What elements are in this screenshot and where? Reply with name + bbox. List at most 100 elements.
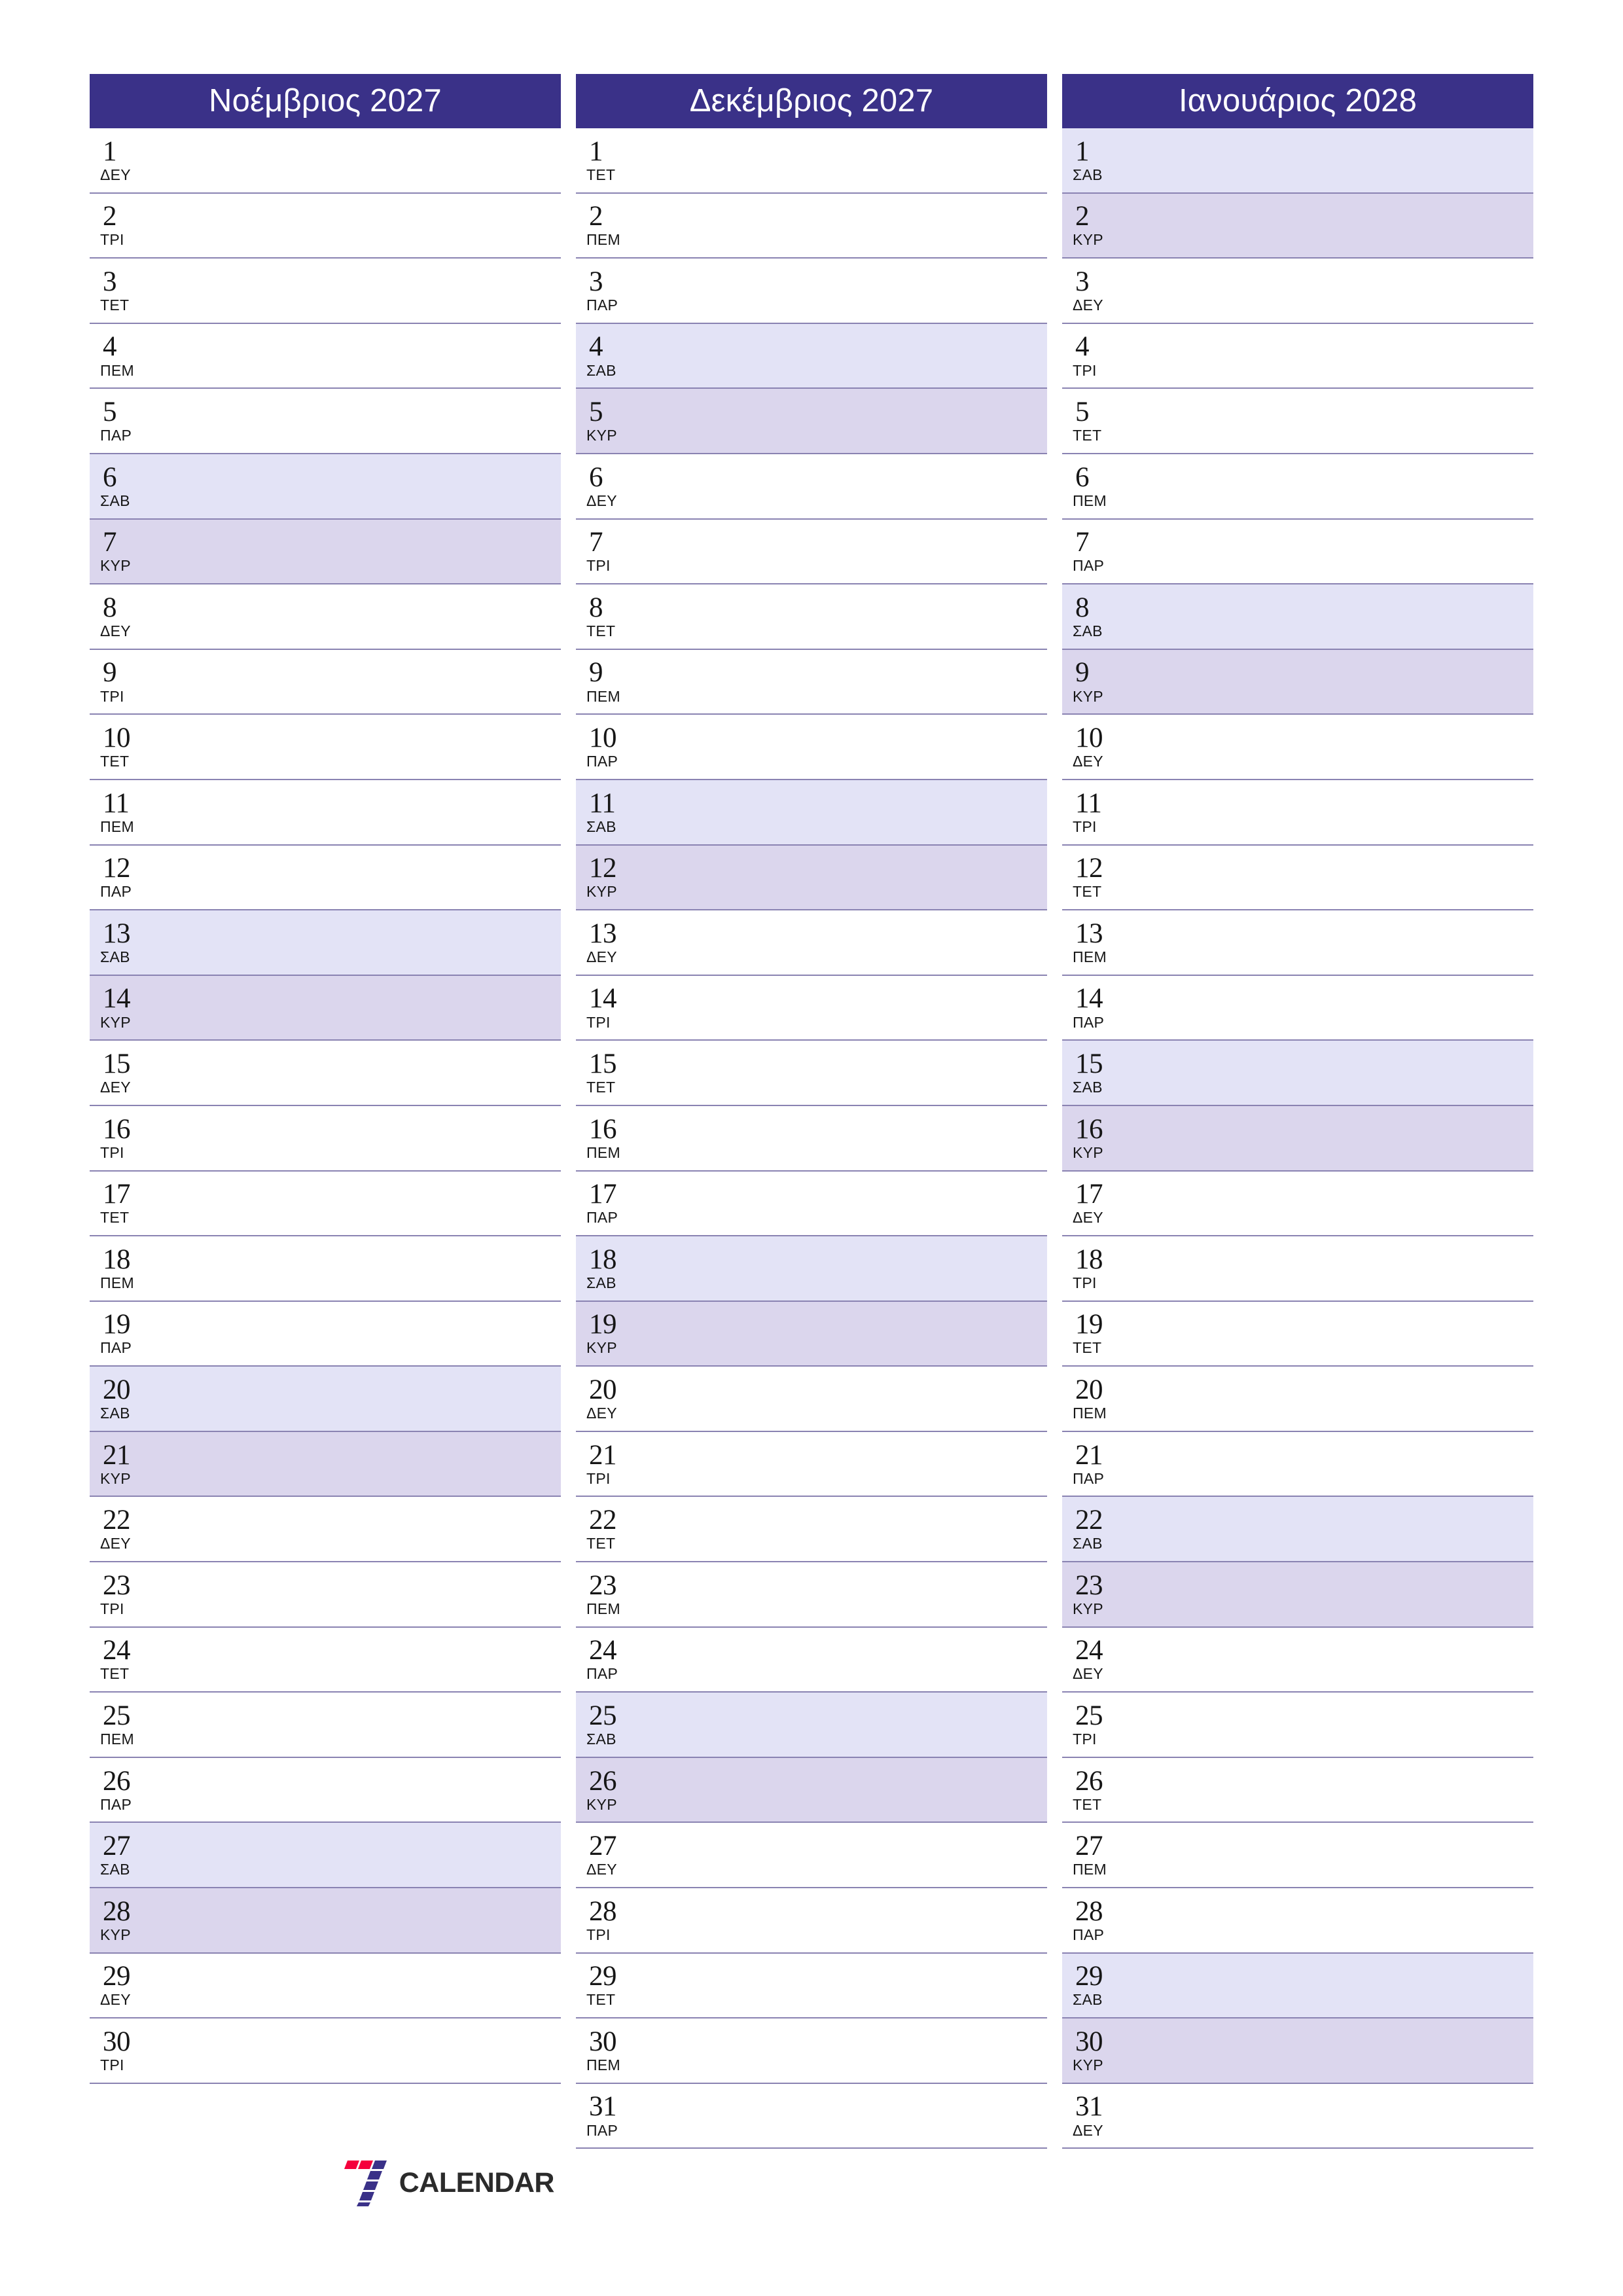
- day-row[interactable]: 27 ΔΕΥ: [576, 1823, 1047, 1889]
- day-row[interactable]: 17 ΤΕΤ: [90, 1171, 561, 1237]
- day-row[interactable]: 27 ΠΕΜ: [1062, 1823, 1533, 1889]
- day-row[interactable]: 20 ΣΑΒ: [90, 1367, 561, 1432]
- day-row[interactable]: 1 ΔΕΥ: [90, 128, 561, 194]
- day-row[interactable]: 25 ΣΑΒ: [576, 1693, 1047, 1758]
- day-row[interactable]: 4 ΠΕΜ: [90, 323, 561, 389]
- day-row[interactable]: 21 ΚΥΡ: [90, 1431, 561, 1498]
- day-row[interactable]: 16 ΠΕΜ: [576, 1105, 1047, 1172]
- day-row[interactable]: 14 ΚΥΡ: [90, 975, 561, 1041]
- day-row[interactable]: 7 ΚΥΡ: [90, 519, 561, 585]
- day-row[interactable]: 31 ΔΕΥ: [1062, 2083, 1533, 2149]
- day-row[interactable]: 24 ΠΑΡ: [576, 1627, 1047, 1693]
- day-row[interactable]: 30 ΚΥΡ: [1062, 2018, 1533, 2084]
- day-row[interactable]: 24 ΔΕΥ: [1062, 1627, 1533, 1693]
- day-row[interactable]: 2 ΠΕΜ: [576, 193, 1047, 259]
- day-weekday-abbr: ΤΡΙ: [100, 231, 124, 249]
- day-row[interactable]: 14 ΤΡΙ: [576, 975, 1047, 1041]
- day-row[interactable]: 28 ΚΥΡ: [90, 1888, 561, 1954]
- day-row[interactable]: 26 ΤΕΤ: [1062, 1757, 1533, 1823]
- day-row[interactable]: 15 ΤΕΤ: [576, 1041, 1047, 1106]
- day-row[interactable]: 7 ΠΑΡ: [1062, 519, 1533, 585]
- day-row[interactable]: 17 ΠΑΡ: [576, 1171, 1047, 1237]
- day-row[interactable]: 16 ΤΡΙ: [90, 1105, 561, 1172]
- day-row[interactable]: 3 ΠΑΡ: [576, 259, 1047, 324]
- day-row[interactable]: 10 ΤΕΤ: [90, 715, 561, 780]
- day-row[interactable]: 15 ΣΑΒ: [1062, 1041, 1533, 1106]
- day-row[interactable]: 10 ΔΕΥ: [1062, 715, 1533, 780]
- day-weekday-abbr: ΠΑΡ: [100, 427, 132, 444]
- day-row[interactable]: 1 ΤΕΤ: [576, 128, 1047, 194]
- day-row[interactable]: 11 ΣΑΒ: [576, 780, 1047, 846]
- day-row[interactable]: 6 ΔΕΥ: [576, 454, 1047, 520]
- day-row[interactable]: 22 ΔΕΥ: [90, 1497, 561, 1563]
- day-row[interactable]: 6 ΠΕΜ: [1062, 454, 1533, 520]
- day-row[interactable]: 5 ΤΕΤ: [1062, 389, 1533, 454]
- day-row[interactable]: 8 ΔΕΥ: [90, 584, 561, 650]
- day-row[interactable]: 29 ΔΕΥ: [90, 1953, 561, 2019]
- day-row[interactable]: 21 ΤΡΙ: [576, 1431, 1047, 1498]
- day-row[interactable]: 9 ΠΕΜ: [576, 649, 1047, 715]
- day-weekday-abbr: ΤΕΤ: [586, 622, 616, 639]
- day-number: 3: [103, 266, 117, 297]
- day-row[interactable]: 26 ΚΥΡ: [576, 1757, 1047, 1823]
- day-row[interactable]: 22 ΤΕΤ: [576, 1497, 1047, 1563]
- day-row[interactable]: 14 ΠΑΡ: [1062, 975, 1533, 1041]
- day-row[interactable]: 28 ΤΡΙ: [576, 1888, 1047, 1954]
- day-row[interactable]: 26 ΠΑΡ: [90, 1757, 561, 1823]
- day-row[interactable]: 11 ΠΕΜ: [90, 780, 561, 846]
- day-row[interactable]: 8 ΣΑΒ: [1062, 584, 1533, 650]
- day-row[interactable]: 30 ΤΡΙ: [90, 2018, 561, 2084]
- day-row[interactable]: 9 ΚΥΡ: [1062, 649, 1533, 715]
- day-row[interactable]: 24 ΤΕΤ: [90, 1627, 561, 1693]
- day-row[interactable]: 5 ΠΑΡ: [90, 389, 561, 454]
- day-weekday-abbr: ΠΑΡ: [586, 1665, 618, 1683]
- day-row[interactable]: 8 ΤΕΤ: [576, 584, 1047, 650]
- day-row[interactable]: 30 ΠΕΜ: [576, 2018, 1047, 2084]
- day-row[interactable]: 18 ΤΡΙ: [1062, 1236, 1533, 1302]
- day-row[interactable]: 5 ΚΥΡ: [576, 389, 1047, 454]
- day-row[interactable]: 22 ΣΑΒ: [1062, 1497, 1533, 1563]
- day-row[interactable]: 27 ΣΑΒ: [90, 1823, 561, 1889]
- day-row[interactable]: 13 ΠΕΜ: [1062, 910, 1533, 976]
- day-list-december: 1 ΤΕΤ 2 ΠΕΜ 3 ΠΑΡ 4 ΣΑΒ 5 ΚΥΡ 6 ΔΕΥ 7 ΤΡΙ 8 ΤΕΤ 9 ΠΕΜ 10 ΠΑ…: [576, 128, 1047, 2149]
- day-row[interactable]: 29 ΣΑΒ: [1062, 1953, 1533, 2019]
- day-row[interactable]: 29 ΤΕΤ: [576, 1953, 1047, 2019]
- day-row[interactable]: 18 ΠΕΜ: [90, 1236, 561, 1302]
- day-row[interactable]: 20 ΠΕΜ: [1062, 1367, 1533, 1432]
- day-row[interactable]: 20 ΔΕΥ: [576, 1367, 1047, 1432]
- day-row[interactable]: 12 ΠΑΡ: [90, 845, 561, 911]
- day-row[interactable]: 19 ΤΕΤ: [1062, 1301, 1533, 1367]
- day-row[interactable]: 25 ΤΡΙ: [1062, 1693, 1533, 1758]
- day-number: 28: [1075, 1895, 1103, 1927]
- day-row[interactable]: 23 ΤΡΙ: [90, 1562, 561, 1628]
- day-row[interactable]: 12 ΚΥΡ: [576, 845, 1047, 911]
- day-row[interactable]: 19 ΠΑΡ: [90, 1301, 561, 1367]
- day-row[interactable]: 4 ΣΑΒ: [576, 323, 1047, 389]
- day-weekday-abbr: ΤΡΙ: [586, 1926, 611, 1943]
- day-row[interactable]: 4 ΤΡΙ: [1062, 323, 1533, 389]
- day-row[interactable]: 9 ΤΡΙ: [90, 649, 561, 715]
- day-row[interactable]: 12 ΤΕΤ: [1062, 845, 1533, 911]
- day-row[interactable]: 25 ΠΕΜ: [90, 1693, 561, 1758]
- day-row[interactable]: 2 ΤΡΙ: [90, 193, 561, 259]
- day-row[interactable]: 6 ΣΑΒ: [90, 454, 561, 520]
- day-row[interactable]: 10 ΠΑΡ: [576, 715, 1047, 780]
- day-row[interactable]: 19 ΚΥΡ: [576, 1301, 1047, 1367]
- day-row[interactable]: 21 ΠΑΡ: [1062, 1431, 1533, 1498]
- day-row[interactable]: 2 ΚΥΡ: [1062, 193, 1533, 259]
- day-row[interactable]: 17 ΔΕΥ: [1062, 1171, 1533, 1237]
- day-row[interactable]: 16 ΚΥΡ: [1062, 1105, 1533, 1172]
- day-row[interactable]: 13 ΔΕΥ: [576, 910, 1047, 976]
- day-row[interactable]: 11 ΤΡΙ: [1062, 780, 1533, 846]
- day-row[interactable]: 3 ΔΕΥ: [1062, 259, 1533, 324]
- day-row[interactable]: 7 ΤΡΙ: [576, 519, 1047, 585]
- day-row[interactable]: 3 ΤΕΤ: [90, 259, 561, 324]
- day-row[interactable]: 23 ΚΥΡ: [1062, 1562, 1533, 1628]
- day-row[interactable]: 23 ΠΕΜ: [576, 1562, 1047, 1628]
- day-row[interactable]: 13 ΣΑΒ: [90, 910, 561, 976]
- day-row[interactable]: 18 ΣΑΒ: [576, 1236, 1047, 1302]
- day-row[interactable]: 1 ΣΑΒ: [1062, 128, 1533, 194]
- day-row[interactable]: 15 ΔΕΥ: [90, 1041, 561, 1106]
- day-row[interactable]: 28 ΠΑΡ: [1062, 1888, 1533, 1954]
- day-row[interactable]: 31 ΠΑΡ: [576, 2083, 1047, 2149]
